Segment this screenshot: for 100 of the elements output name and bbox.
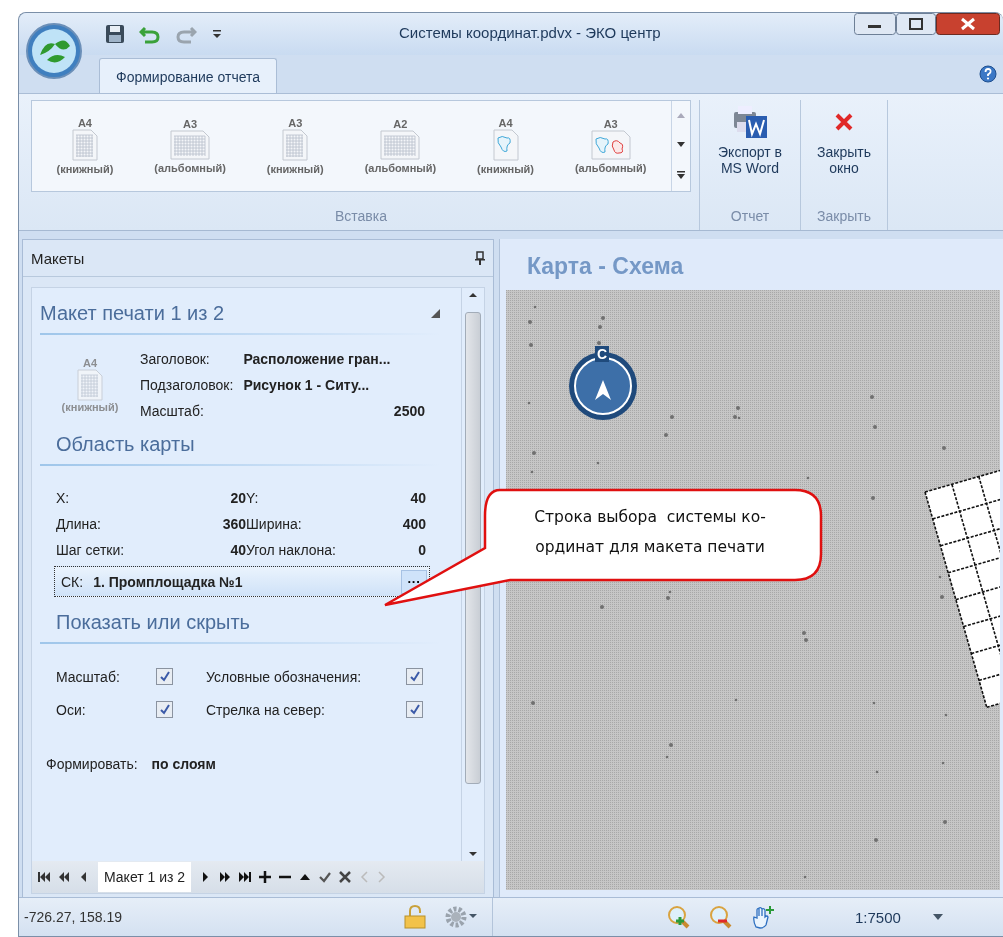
add-icon[interactable] — [259, 871, 272, 883]
field-label: Подзаголовок: — [140, 377, 234, 393]
paper-size-label: A2 — [393, 118, 408, 130]
paper-size-label: A4 — [498, 117, 513, 129]
pin-icon[interactable] — [475, 251, 485, 265]
section-title: Показать или скрыть — [56, 611, 250, 634]
gallery-item[interactable]: A3 (альбомный) — [154, 118, 226, 174]
field-label: X: — [56, 490, 71, 506]
field-value: Рисунок 1 - Ситу... — [243, 377, 371, 393]
gallery-item[interactable]: A3 (книжный) — [266, 117, 324, 175]
page-grid-icon — [77, 369, 103, 401]
customize-menu-icon[interactable] — [211, 28, 223, 40]
first-icon[interactable] — [38, 871, 50, 883]
map-drawing[interactable] — [506, 290, 1000, 890]
field-value: Расположение гран... — [243, 351, 392, 367]
scroll-down-icon[interactable] — [677, 142, 685, 147]
check-icon[interactable] — [319, 871, 332, 883]
cancel-icon[interactable] — [339, 871, 352, 883]
page-grid-icon — [170, 130, 211, 160]
gallery-item[interactable]: A2 (альбомный) — [364, 118, 437, 174]
fast-back-icon[interactable] — [58, 871, 70, 883]
undo-icon[interactable] — [139, 24, 161, 44]
field-label: СК: — [61, 573, 84, 590]
map-title: Карта - Схема — [526, 252, 685, 281]
group-label: Отчет — [730, 207, 770, 226]
orientation-label: (книжный) — [56, 163, 114, 175]
page-grid-icon — [282, 129, 309, 161]
app-logo-icon[interactable] — [25, 22, 83, 80]
scale-value[interactable]: 1:7500 — [855, 908, 901, 926]
field-value: 1. Промплощадка №1 — [93, 573, 244, 590]
ribbon-button[interactable]: Закрыть окно — [809, 100, 879, 180]
checkbox-label: Стрелка на север: — [206, 701, 326, 718]
field-value: 20 — [229, 490, 246, 506]
checkbox-label: Масштаб: — [56, 668, 121, 685]
dropdown-icon[interactable] — [932, 914, 943, 920]
field-value: по слоям — [151, 756, 216, 772]
gallery-item[interactable]: A4 (книжный) — [56, 117, 114, 175]
checkbox[interactable] — [156, 701, 173, 718]
coordinates-text: -726.27, 158.19 — [23, 909, 124, 925]
coordinate-system-field[interactable]: СК: 1. Промплощадка №1 ··· — [54, 566, 430, 597]
help-icon[interactable] — [979, 65, 997, 83]
checkbox-label: Условные обозначения: — [206, 668, 363, 685]
field-label: Масштаб: — [140, 403, 205, 419]
checkbox-label: Оси: — [56, 701, 87, 718]
window-title: Системы координат.pdvx - ЭКО центр — [399, 24, 661, 41]
ribbon-button[interactable]: Экспорт в MS Word — [708, 100, 792, 180]
section-title: Область карты — [56, 433, 195, 456]
gallery-item[interactable]: A4 (книжный) — [477, 117, 534, 175]
page-map-icon — [590, 130, 631, 160]
page-grid-icon — [380, 130, 421, 160]
field-value: 40 — [229, 542, 246, 558]
pan-hand-icon[interactable] — [751, 905, 775, 929]
orientation-label: (альбомный) — [574, 162, 647, 174]
field-label: Формировать: — [46, 756, 138, 772]
orientation-label: (книжный) — [61, 401, 119, 413]
field-label: Заголовок: — [140, 351, 211, 367]
field-value: 0 — [417, 542, 426, 558]
checkbox[interactable] — [406, 701, 423, 718]
section-title: Макет печати 1 из 2 — [40, 302, 225, 325]
last-icon[interactable] — [239, 871, 252, 883]
ribbon-tab[interactable]: Формирование отчета — [99, 58, 278, 93]
callout-text: Строка выбора системы ко- ординат для макета печати — [533, 507, 767, 558]
gallery-item[interactable]: A3 (альбомный) — [574, 118, 647, 174]
field-value: 360 — [221, 516, 246, 532]
zoom-in-icon[interactable] — [667, 905, 691, 929]
checkbox[interactable] — [156, 668, 173, 685]
compass-letter: С — [595, 346, 610, 362]
field-value: 40 — [409, 490, 426, 506]
close-button[interactable] — [936, 13, 1000, 35]
orientation-label: (книжный) — [266, 163, 324, 175]
field-label: Y: — [246, 490, 260, 506]
save-icon[interactable] — [105, 24, 125, 44]
paper-size-label: A3 — [603, 118, 618, 130]
fast-forward-icon[interactable] — [219, 871, 232, 883]
page-indicator: Макет 1 из 2 — [98, 862, 192, 892]
maximize-button[interactable] — [896, 13, 936, 35]
group-label: Закрыть — [817, 207, 871, 226]
page-grid-icon — [71, 129, 98, 161]
field-value: 2500 — [392, 403, 425, 419]
field-value: 400 — [401, 516, 426, 532]
paper-size-label: A3 — [288, 117, 303, 129]
word-export-icon — [732, 104, 768, 140]
field-label: Длина: — [56, 516, 102, 532]
paper-size-label: A4 — [77, 117, 92, 129]
panel-title: Макеты — [31, 249, 85, 267]
minimize-button[interactable] — [854, 13, 896, 35]
paper-size-label: A4 — [82, 357, 98, 369]
checkbox[interactable] — [406, 668, 423, 685]
field-label: Шаг сетки: — [56, 542, 126, 558]
gallery-more-icon[interactable] — [677, 171, 685, 179]
group-label: Вставка — [334, 207, 387, 226]
scrollbar[interactable] — [461, 288, 484, 861]
zoom-out-icon[interactable] — [709, 905, 733, 929]
orientation-label: (книжный) — [477, 163, 534, 175]
field-label: Угол наклона: — [246, 542, 337, 558]
orientation-label: (альбомный) — [154, 162, 226, 174]
page-map-icon — [492, 129, 519, 161]
orientation-label: (альбомный) — [364, 162, 437, 174]
paper-size-label: A3 — [183, 118, 198, 130]
collapse-icon[interactable] — [431, 309, 440, 318]
